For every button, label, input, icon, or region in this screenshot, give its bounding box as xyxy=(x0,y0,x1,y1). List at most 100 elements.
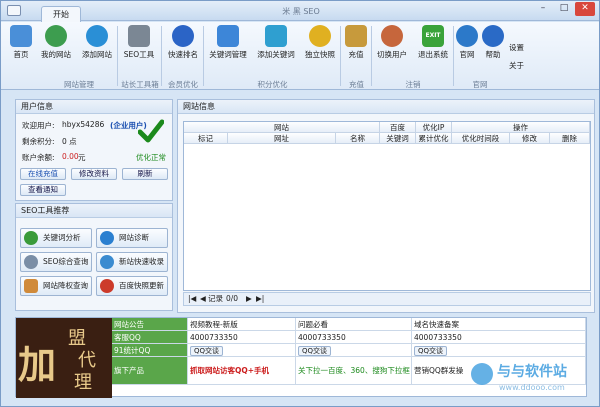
service-qq: 4000733350 xyxy=(188,331,296,344)
group-label: 会员优化 xyxy=(168,80,198,89)
ribbon-separator xyxy=(453,26,454,86)
ie-icon xyxy=(456,25,478,47)
watermark: 与与软件站 www.ddooo.com xyxy=(471,361,595,401)
product-link[interactable]: 关下拉一百度、360、搜狗下拉框 xyxy=(296,357,412,385)
product-link[interactable]: 抓取网站访客QQ+手机 xyxy=(188,357,296,385)
tools-icon xyxy=(24,279,38,293)
faq-link[interactable]: 问题必看 xyxy=(296,318,412,331)
next-record-button[interactable]: ▶ xyxy=(246,293,252,305)
user-icon xyxy=(381,25,403,47)
ribbon-separator xyxy=(117,26,118,86)
switch-user-button[interactable]: 切换用户 xyxy=(373,25,411,77)
exit-button[interactable]: EXIT 退出系统 xyxy=(414,25,452,77)
fast-index-button[interactable]: 新站快速收录 xyxy=(96,252,168,272)
seo-tools-panel: SEO工具推荐 关键词分析 网站诊断 SEO综合查询 新站快速收录 网站降权查询… xyxy=(15,203,173,311)
column-group-header: 优化IP xyxy=(416,122,452,133)
penalty-check-button[interactable]: 网站降权查询 xyxy=(20,276,92,296)
ribbon-separator xyxy=(203,26,204,86)
keyword-manage-button[interactable]: 关键词管理 xyxy=(205,25,251,77)
column-header[interactable]: 累计优化 xyxy=(416,133,452,144)
ribbon: 首页 我的网站 添加网站 SEO工具 快速排名 关键词管理 添加关键词 独立快照… xyxy=(1,22,599,90)
quick-access-button[interactable] xyxy=(7,5,21,16)
help-button[interactable]: 帮助 xyxy=(481,25,505,77)
recharge-icon xyxy=(345,25,367,47)
network-icon xyxy=(217,25,239,47)
official-site-button[interactable]: 官网 xyxy=(455,25,479,77)
add-keyword-button[interactable]: 添加关键词 xyxy=(254,25,298,77)
column-header[interactable]: 修改 xyxy=(510,133,550,144)
column-header[interactable]: 关键词 xyxy=(380,133,416,144)
check-icon xyxy=(137,118,165,144)
user-info-panel: 用户信息 欢迎用户: hbyx54286 (企业用户) 剩余积分: 0 点 账户… xyxy=(15,99,173,201)
home-button[interactable]: 首页 xyxy=(7,25,35,77)
column-header[interactable]: 优化时间段 xyxy=(452,133,510,144)
balance-unit: 元 xyxy=(78,153,86,162)
row-label: 旗下产品 xyxy=(112,357,188,385)
tools-icon xyxy=(128,25,150,47)
service-qq: 4000733350 xyxy=(412,331,586,344)
edit-profile-button[interactable]: 修改资料 xyxy=(71,168,117,180)
keyword-analysis-button[interactable]: 关键词分析 xyxy=(20,228,92,248)
refresh-button[interactable]: 刷新 xyxy=(122,168,168,180)
promo-char: 加 xyxy=(18,342,57,387)
my-sites-button[interactable]: 我的网站 xyxy=(37,25,75,77)
site-diagnosis-button[interactable]: 网站诊断 xyxy=(96,228,168,248)
qq-chat-cell: QQ交谈 xyxy=(412,344,586,357)
column-header[interactable]: 标记 xyxy=(184,133,228,144)
tab-start[interactable]: 开始 xyxy=(41,6,81,22)
franchise-banner[interactable]: 加 盟 代 理 xyxy=(16,318,112,398)
group-label: 网站管理 xyxy=(64,80,94,89)
last-record-button[interactable]: ▶| xyxy=(256,293,264,305)
group-label: 积分优化 xyxy=(257,80,288,89)
view-notices-button[interactable]: 查看通知 xyxy=(20,184,66,196)
video-tutorial-link[interactable]: 视频教程-新版 xyxy=(188,318,296,331)
help-icon xyxy=(482,25,504,47)
snapshot-button[interactable]: 独立快照 xyxy=(301,25,339,77)
seo-query-button[interactable]: SEO综合查询 xyxy=(20,252,92,272)
welcome-label: 欢迎用户: xyxy=(22,121,55,130)
qq-chat-button[interactable]: QQ交谈 xyxy=(190,346,224,356)
column-group-header: 百度 xyxy=(380,122,416,133)
site-table[interactable]: 网站 百度 优化IP 操作 标记 网址 名称 关键词 累计优化 优化时间段 修改… xyxy=(183,121,591,291)
row-label: 客服QQ xyxy=(112,331,188,344)
column-header[interactable]: 名称 xyxy=(336,133,380,144)
first-record-button[interactable]: |◀ xyxy=(188,293,196,305)
row-label: 网站公告 xyxy=(112,318,188,331)
group-label: 官网 xyxy=(472,80,488,89)
record-count: 0/0 xyxy=(226,294,239,303)
balance-value: 0.00 xyxy=(62,152,79,161)
add-network-icon xyxy=(265,25,287,47)
panel-title: 网站信息 xyxy=(178,100,594,114)
quick-rank-button[interactable]: 快速排名 xyxy=(164,25,202,77)
table-navigator: |◀ ◀ 记录 0/0 ▶ ▶| xyxy=(183,292,591,306)
maximize-button[interactable]: □ xyxy=(554,2,574,16)
settings-button[interactable]: 设置 xyxy=(509,42,524,53)
qq-chat-button[interactable]: QQ交谈 xyxy=(298,346,332,356)
row-label: 91统计QQ xyxy=(112,344,188,357)
column-header[interactable]: 删除 xyxy=(550,133,590,144)
group-label: 充值 xyxy=(349,80,364,89)
app-window: 开始 米 黑 SEO – □ ✕ 首页 我的网站 添加网站 SEO工具 快速排名… xyxy=(0,0,600,407)
column-group-header: 操作 xyxy=(452,122,590,133)
minimize-button[interactable]: – xyxy=(533,2,553,16)
prev-record-button[interactable]: ◀ xyxy=(200,293,206,305)
recharge-button[interactable]: 充值 xyxy=(342,25,370,77)
username: hbyx54286 xyxy=(62,120,105,129)
panel-title: 用户信息 xyxy=(16,100,172,114)
qq-chat-cell: QQ交谈 xyxy=(188,344,296,357)
domain-filing-link[interactable]: 域名快速备案 xyxy=(412,318,586,331)
add-site-button[interactable]: 添加网站 xyxy=(78,25,116,77)
seo-tools-button[interactable]: SEO工具 xyxy=(120,25,158,77)
close-button[interactable]: ✕ xyxy=(575,2,595,16)
snapshot-update-button[interactable]: 百度快照更新 xyxy=(96,276,168,296)
qq-chat-button[interactable]: QQ交谈 xyxy=(414,346,448,356)
title-bar: 开始 米 黑 SEO – □ ✕ xyxy=(1,1,599,22)
watermark-text: 与与软件站 xyxy=(497,364,567,380)
column-header[interactable]: 网址 xyxy=(228,133,336,144)
window-title: 米 黑 SEO xyxy=(282,7,320,16)
ribbon-separator xyxy=(371,26,372,86)
home-icon xyxy=(10,25,32,47)
record-label: 记录 xyxy=(208,294,223,303)
about-button[interactable]: 关于 xyxy=(509,60,524,71)
recharge-online-button[interactable]: 在线充值 xyxy=(20,168,66,180)
